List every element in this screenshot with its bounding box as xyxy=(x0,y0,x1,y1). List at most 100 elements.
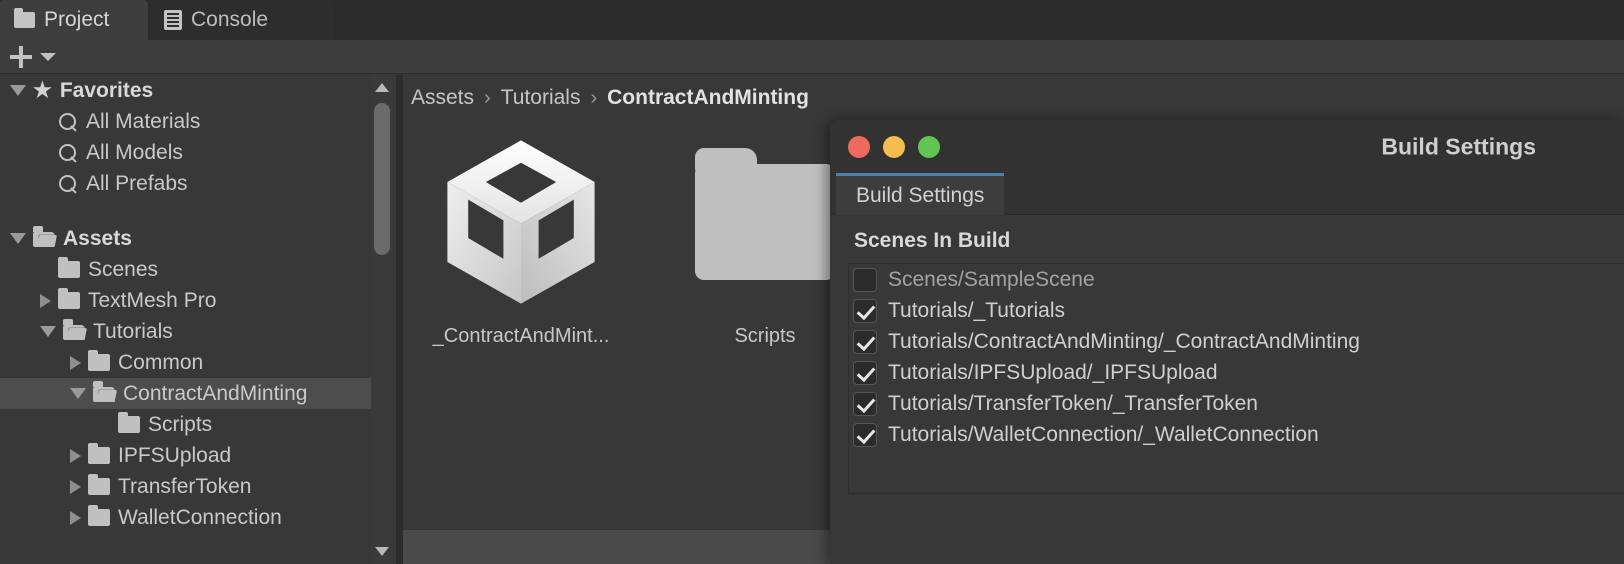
tree-item-label: TextMesh Pro xyxy=(88,289,217,312)
unity-scene-icon xyxy=(441,127,601,317)
folder-icon xyxy=(58,288,80,309)
folder-icon xyxy=(118,412,140,433)
scene-checkbox[interactable] xyxy=(853,391,877,416)
minimize-button[interactable] xyxy=(883,135,905,158)
unity-cube-icon xyxy=(447,140,595,304)
tree-item-label: All Prefabs xyxy=(86,172,188,195)
folder-open-icon xyxy=(93,381,117,402)
scene-path-label: Tutorials/TransferToken/_TransferToken xyxy=(888,391,1258,415)
scene-row[interactable]: Tutorials/TransferToken/_TransferToken xyxy=(849,388,1624,419)
tree-item-label: WalletConnection xyxy=(118,506,282,529)
scenes-list[interactable]: Scenes/SampleScene Tutorials/_Tutorials Tu… xyxy=(848,263,1624,494)
scene-checkbox[interactable] xyxy=(853,360,877,385)
close-button[interactable] xyxy=(848,135,870,158)
tree-item-ipfsupload[interactable]: IPFSUpload xyxy=(0,440,371,471)
scroll-up-arrow-icon[interactable] xyxy=(375,83,389,92)
tab-console[interactable]: Console xyxy=(150,0,334,40)
scroll-down-arrow-icon[interactable] xyxy=(375,547,389,556)
window-controls xyxy=(848,135,940,158)
tree-item-assets[interactable]: Assets xyxy=(0,223,371,254)
star-icon: ★ xyxy=(33,79,52,102)
tab-project-label: Project xyxy=(44,8,110,31)
panel-divider[interactable] xyxy=(396,75,403,564)
folder-open-icon xyxy=(63,319,87,340)
caret-down-icon[interactable] xyxy=(40,52,56,61)
collapse-arrow-icon[interactable] xyxy=(70,388,86,399)
folder-icon xyxy=(14,8,35,28)
dialog-title-bar[interactable]: Build Settings xyxy=(830,120,1624,173)
tree-item-scripts[interactable]: Scripts xyxy=(0,409,371,440)
tree-item-all-models[interactable]: All Models xyxy=(0,137,371,168)
tree-item-favorites[interactable]: ★ Favorites xyxy=(0,75,371,106)
search-icon xyxy=(58,112,78,132)
asset-label: _ContractAndMint... xyxy=(432,325,610,347)
breadcrumb-separator-icon: › xyxy=(484,86,491,109)
breadcrumb-item[interactable]: ContractAndMinting xyxy=(607,86,809,110)
tab-build-settings[interactable]: Build Settings xyxy=(836,173,1005,215)
folder-thumb xyxy=(695,127,835,317)
add-asset-button[interactable] xyxy=(8,44,34,70)
asset-label: Scripts xyxy=(734,325,796,347)
expand-arrow-icon[interactable] xyxy=(70,448,81,463)
collapse-arrow-icon[interactable] xyxy=(10,233,26,244)
zoom-button[interactable] xyxy=(918,135,940,158)
scene-row[interactable]: Scenes/SampleScene xyxy=(849,264,1624,295)
scene-checkbox[interactable] xyxy=(853,298,877,323)
expand-arrow-icon[interactable] xyxy=(70,355,81,370)
scene-row[interactable]: Tutorials/_Tutorials xyxy=(849,295,1624,326)
tree-item-label: Scripts xyxy=(148,413,213,436)
search-icon xyxy=(58,174,78,194)
scene-path-label: Tutorials/IPFSUpload/_IPFSUpload xyxy=(888,360,1218,384)
collapse-arrow-icon[interactable] xyxy=(40,326,56,337)
breadcrumb-item[interactable]: Assets xyxy=(411,86,474,110)
expand-arrow-icon[interactable] xyxy=(70,510,81,525)
asset-grid: _ContractAndMint... Scripts xyxy=(417,127,869,348)
tree-item-textmesh-pro[interactable]: TextMesh Pro xyxy=(0,285,371,316)
asset-item[interactable]: _ContractAndMint... xyxy=(417,127,625,348)
expand-arrow-icon[interactable] xyxy=(70,479,81,494)
folder-open-icon xyxy=(33,226,57,247)
scrollbar-thumb[interactable] xyxy=(374,103,390,255)
tree-item-label: TransferToken xyxy=(118,475,252,498)
dialog-body: Scenes In Build Scenes/SampleScene Tutori… xyxy=(830,215,1624,564)
scene-row[interactable]: Tutorials/IPFSUpload/_IPFSUpload xyxy=(849,357,1624,388)
tree-item-all-materials[interactable]: All Materials xyxy=(0,106,371,137)
tree-item-tutorials[interactable]: Tutorials xyxy=(0,316,371,347)
tree-item-label: Assets xyxy=(63,227,132,250)
tree-item-walletconnection[interactable]: WalletConnection xyxy=(0,502,371,533)
tab-project[interactable]: Project xyxy=(0,0,148,40)
scene-row[interactable]: Tutorials/ContractAndMinting/_ContractAn… xyxy=(849,326,1624,357)
scene-checkbox[interactable] xyxy=(853,329,877,354)
tree-item-common[interactable]: Common xyxy=(0,347,371,378)
scenes-in-build-title: Scenes In Build xyxy=(854,229,1011,252)
search-icon xyxy=(58,143,78,163)
folder-icon xyxy=(88,350,110,371)
scene-path-label: Tutorials/ContractAndMinting/_ContractAn… xyxy=(888,329,1360,353)
tree-item-transfertoken[interactable]: TransferToken xyxy=(0,471,371,502)
project-tree-panel[interactable]: ★ Favorites All Materials All Models All Pre… xyxy=(0,75,371,564)
tree-item-all-prefabs[interactable]: All Prefabs xyxy=(0,168,371,199)
collapse-arrow-icon[interactable] xyxy=(10,85,26,96)
scene-checkbox[interactable] xyxy=(853,422,877,447)
tree-item-label: Favorites xyxy=(59,79,154,102)
build-settings-dialog: Build Settings Build Settings Scenes In … xyxy=(830,120,1624,564)
unity-editor-window: Project Console ★ Favorites All Materials A… xyxy=(0,0,1624,564)
breadcrumb-item[interactable]: Tutorials xyxy=(501,86,581,110)
tree-vertical-scrollbar[interactable] xyxy=(371,75,393,564)
scene-path-label: Tutorials/_Tutorials xyxy=(888,298,1066,322)
panel-tab-strip: Project Console xyxy=(0,0,1624,40)
tree-item-scenes[interactable]: Scenes xyxy=(0,254,371,285)
scene-path-label: Scenes/SampleScene xyxy=(888,267,1095,291)
project-toolbar xyxy=(0,40,1624,74)
dialog-title: Build Settings xyxy=(1381,133,1536,159)
tree-item-label: All Materials xyxy=(86,110,201,133)
tree-item-contractandminting[interactable]: ContractAndMinting xyxy=(0,378,371,409)
expand-arrow-icon[interactable] xyxy=(40,293,51,308)
tab-console-label: Console xyxy=(191,8,269,31)
dialog-tab-bar: Build Settings xyxy=(830,173,1624,215)
folder-icon xyxy=(88,474,110,495)
tree-item-label: Tutorials xyxy=(93,320,173,343)
scene-checkbox[interactable] xyxy=(853,267,877,292)
scene-row[interactable]: Tutorials/WalletConnection/_WalletConnec… xyxy=(849,419,1624,450)
